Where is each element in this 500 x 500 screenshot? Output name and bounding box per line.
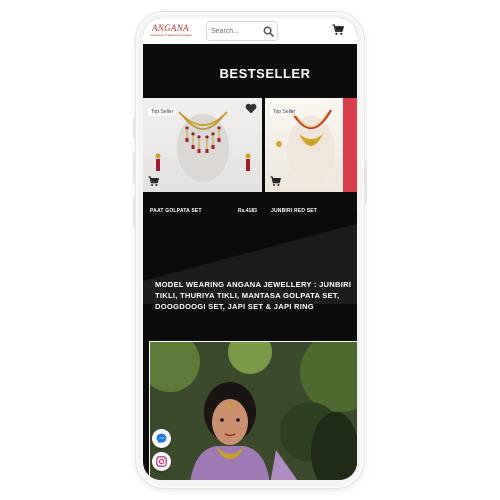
section-title: BESTSELLER bbox=[219, 66, 311, 81]
caption-line: MODEL WEARING ANGANA JEWELLERY : JUNBIRI bbox=[155, 280, 352, 289]
top-seller-badge: Top Seller bbox=[148, 108, 177, 116]
phone-screen: ANGANA Assamese Traditional Jewellery BE… bbox=[143, 18, 357, 480]
product-name[interactable]: JUNBIRI RED SET bbox=[271, 208, 317, 214]
site-header: ANGANA Assamese Traditional Jewellery bbox=[143, 18, 357, 44]
instagram-icon bbox=[156, 456, 167, 467]
caption-line: TIKLI, THURIYA TIKLI, MANTASA GOLPATA SE… bbox=[155, 291, 340, 300]
phone-side-button bbox=[133, 118, 136, 138]
messenger-icon bbox=[156, 433, 167, 444]
add-to-cart-icon[interactable] bbox=[270, 176, 281, 187]
phone-side-button bbox=[133, 152, 136, 184]
messenger-button[interactable] bbox=[152, 429, 171, 448]
heart-icon[interactable] bbox=[245, 103, 257, 114]
top-seller-badge: Top Seller bbox=[270, 108, 299, 116]
product-price: Rs.4183 bbox=[238, 208, 257, 214]
product-card[interactable]: Top Seller bbox=[265, 98, 357, 192]
model-photo bbox=[149, 341, 357, 480]
cart-icon[interactable] bbox=[332, 24, 344, 36]
search-box bbox=[206, 21, 278, 41]
add-to-cart-icon[interactable] bbox=[148, 176, 159, 187]
logo-tagline: Assamese Traditional Jewellery bbox=[150, 33, 193, 37]
logo-name: ANGANA bbox=[152, 23, 189, 33]
search-icon[interactable] bbox=[263, 26, 274, 37]
phone-side-button bbox=[364, 160, 367, 204]
phone-side-button bbox=[133, 196, 136, 228]
product-card[interactable]: Top Seller bbox=[143, 98, 262, 192]
model-caption: MODEL WEARING ANGANA JEWELLERY : JUNBIRI… bbox=[155, 279, 355, 312]
caption-line: DOOGDOOGI SET, JAPI SET & JAPI RING bbox=[155, 302, 314, 311]
instagram-button[interactable] bbox=[152, 452, 171, 471]
search-input[interactable] bbox=[211, 25, 261, 37]
product-name[interactable]: PAAT GOLPATA SET bbox=[150, 208, 202, 214]
brand-logo[interactable]: ANGANA Assamese Traditional Jewellery bbox=[150, 23, 193, 39]
